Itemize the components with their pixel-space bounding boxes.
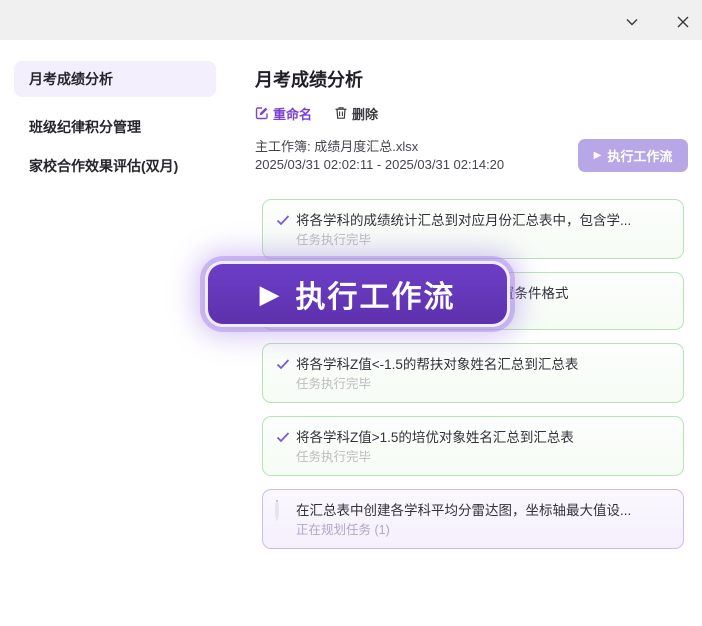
collapse-button[interactable] <box>620 10 644 34</box>
delete-button[interactable]: 删除 <box>334 104 378 123</box>
delete-label: 删除 <box>352 104 378 123</box>
workbook-info: 主工作簿: 成绩月度汇总.xlsx <box>255 136 418 155</box>
task-title: 将各学科的成绩统计汇总到对应月份汇总表中，包含学... <box>296 211 631 230</box>
sidebar-item-label: 家校合作效果评估(双月) <box>29 156 178 176</box>
header-actions: 重命名 删除 <box>255 103 378 123</box>
page-title: 月考成绩分析 <box>255 66 363 92</box>
run-time-range: 2025/03/31 02:02:11 - 2025/03/31 02:14:2… <box>255 157 504 172</box>
edit-icon <box>255 106 269 120</box>
task-title: 在汇总表中创建各学科平均分雷达图，坐标轴最大值设... <box>296 501 631 520</box>
spinner-icon <box>275 502 291 518</box>
close-icon <box>674 13 692 31</box>
sidebar-item-monthly-score-analysis[interactable]: 月考成绩分析 <box>14 61 216 97</box>
window-titlebar <box>0 0 702 40</box>
task-list: 将各学科的成绩统计汇总到对应月份汇总表中，包含学... 任务执行完毕 置条件格式… <box>262 199 684 562</box>
rename-button[interactable]: 重命名 <box>255 104 312 123</box>
sidebar-item-class-discipline[interactable]: 班级纪律积分管理 <box>14 109 216 145</box>
rename-label: 重命名 <box>273 104 312 123</box>
task-title: 将各学科Z值>1.5的培优对象姓名汇总到汇总表 <box>296 428 574 447</box>
close-button[interactable] <box>671 10 695 34</box>
task-title: 将各学科Z值<-1.5的帮扶对象姓名汇总到汇总表 <box>296 355 578 374</box>
task-status: 任务执行完毕 <box>296 376 671 393</box>
trash-icon <box>334 106 348 120</box>
check-icon <box>275 212 291 228</box>
task-card-5[interactable]: 在汇总表中创建各学科平均分雷达图，坐标轴最大值设... 正在规划任务 (1) <box>262 489 684 549</box>
check-icon <box>275 356 291 372</box>
task-status: 正在规划任务 (1) <box>296 522 671 539</box>
sidebar-item-home-school-eval[interactable]: 家校合作效果评估(双月) <box>14 148 216 184</box>
sidebar-item-label: 月考成绩分析 <box>29 69 113 89</box>
check-icon <box>275 429 291 445</box>
run-workflow-overlay-label: 执行工作流 <box>296 272 456 316</box>
task-title: 置条件格式 <box>501 284 569 303</box>
task-status: 任务执行完毕 <box>296 232 671 249</box>
run-workflow-button[interactable]: ▶ 执行工作流 <box>578 139 688 172</box>
task-card-3[interactable]: 将各学科Z值<-1.5的帮扶对象姓名汇总到汇总表 任务执行完毕 <box>262 343 684 403</box>
chevron-down-icon <box>622 12 642 32</box>
run-workflow-overlay-button[interactable]: ▶ 执行工作流 <box>205 261 510 327</box>
sidebar-item-label: 班级纪律积分管理 <box>29 117 141 137</box>
task-card-1[interactable]: 将各学科的成绩统计汇总到对应月份汇总表中，包含学... 任务执行完毕 <box>262 199 684 259</box>
task-status: 任务执行完毕 <box>296 449 671 466</box>
run-workflow-label: 执行工作流 <box>607 146 672 165</box>
play-icon: ▶ <box>260 281 280 307</box>
task-card-4[interactable]: 将各学科Z值>1.5的培优对象姓名汇总到汇总表 任务执行完毕 <box>262 416 684 476</box>
play-icon: ▶ <box>594 151 602 161</box>
